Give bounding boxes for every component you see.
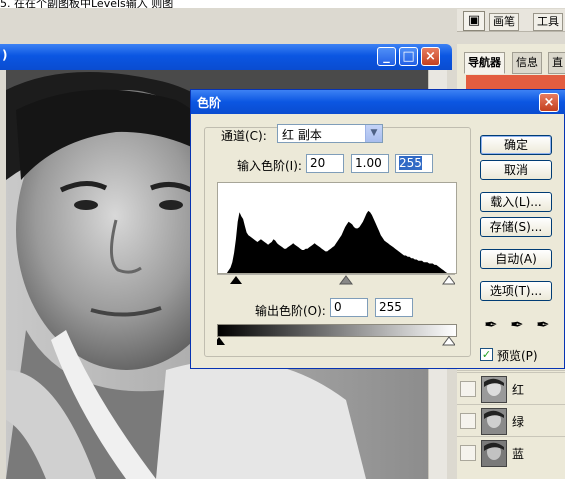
channel-value: 红 副本 <box>282 128 322 142</box>
white-point-handle[interactable] <box>442 275 456 285</box>
palette-tab-tools[interactable]: 工具 <box>533 13 563 31</box>
layer-thumbnail <box>481 440 507 467</box>
tab-histogram[interactable]: 直 <box>548 52 565 74</box>
input-slider-track <box>217 273 456 285</box>
tab-navigator[interactable]: 导航器 <box>464 52 505 74</box>
output-levels-label: 输出色阶(O): <box>255 304 326 318</box>
levels-dialog: 色阶 × 通道(C): 红 副本 ▼ 输入色阶(I): 20 1.00 255 … <box>190 89 565 369</box>
layer-thumbnail <box>481 408 507 435</box>
gray-eyedropper-icon[interactable]: ✒ <box>507 314 527 336</box>
cancel-button[interactable]: 取消 <box>480 160 552 180</box>
histogram <box>217 182 457 274</box>
layer-label: 绿 <box>512 415 525 429</box>
input-levels-label: 输入色阶(I): <box>237 159 302 173</box>
palette-dock-icon[interactable]: ▣ <box>463 11 485 31</box>
load-button[interactable]: 载入(L)... <box>480 192 552 212</box>
document-title-bar[interactable]: ) _ □ × <box>0 44 452 70</box>
maximize-icon: □ <box>402 49 415 64</box>
histogram-graph <box>218 210 456 273</box>
output-white-field[interactable]: 255 <box>375 298 413 317</box>
black-eyedropper-icon[interactable]: ✒ <box>481 314 501 336</box>
channel-label: 通道(C): <box>221 129 267 143</box>
input-gamma-field[interactable]: 1.00 <box>351 154 389 173</box>
layer-label: 红 <box>512 383 525 397</box>
auto-button[interactable]: 自动(A) <box>480 249 552 269</box>
gamma-handle[interactable] <box>339 275 353 285</box>
input-white-field[interactable]: 255 <box>395 154 433 173</box>
save-button[interactable]: 存储(S)... <box>480 217 552 237</box>
input-black-field[interactable]: 20 <box>306 154 344 173</box>
caption-text: 5. 在在个副图板中Levels输入 则图 <box>0 0 174 8</box>
histogram-area <box>218 210 456 273</box>
document-title: ) <box>2 48 8 62</box>
ok-button[interactable]: 确定 <box>480 135 552 155</box>
close-icon: × <box>425 49 436 64</box>
layer-thumbnail <box>481 376 507 403</box>
input-white-value: 255 <box>399 156 422 170</box>
palette-tab-brushes[interactable]: 画笔 <box>489 13 519 31</box>
input-slider[interactable] <box>217 273 456 286</box>
output-white-handle[interactable] <box>442 336 456 346</box>
palette-well: ▣ 画笔 工具 <box>457 9 565 32</box>
layer-row-blue[interactable]: 蓝 <box>457 436 565 469</box>
output-slider[interactable] <box>213 335 456 347</box>
tab-info[interactable]: 信息 <box>512 52 542 74</box>
visibility-toggle[interactable] <box>460 413 476 429</box>
visibility-toggle[interactable] <box>460 445 476 461</box>
output-black-handle[interactable] <box>213 337 225 345</box>
preview-checkbox[interactable]: ✓ <box>480 348 493 361</box>
channel-select[interactable]: 红 副本 ▼ <box>277 124 383 143</box>
visibility-toggle[interactable] <box>460 381 476 397</box>
maximize-button[interactable]: □ <box>399 47 418 66</box>
minimize-icon: _ <box>383 49 390 64</box>
caption-strip: 5. 在在个副图板中Levels输入 则图 <box>0 0 565 8</box>
layer-row-red[interactable]: 红 <box>457 372 565 405</box>
dialog-close-button[interactable]: × <box>539 93 559 112</box>
output-slider-track <box>213 336 456 346</box>
close-button[interactable]: × <box>421 47 440 66</box>
levels-title: 色阶 <box>197 96 222 110</box>
levels-title-bar[interactable]: 色阶 × <box>191 90 565 114</box>
layer-row-green[interactable]: 绿 <box>457 404 565 437</box>
layer-label: 蓝 <box>512 447 525 461</box>
panel-tabs: 导航器 信息 直 <box>460 52 565 74</box>
minimize-button[interactable]: _ <box>377 47 396 66</box>
options-button[interactable]: 选项(T)... <box>480 281 552 301</box>
close-icon: × <box>543 95 555 110</box>
preview-label: 预览(P) <box>497 349 538 363</box>
chevron-down-icon[interactable]: ▼ <box>365 125 382 142</box>
white-eyedropper-icon[interactable]: ✒ <box>533 314 553 336</box>
black-point-handle[interactable] <box>230 276 242 284</box>
output-black-field[interactable]: 0 <box>330 298 368 317</box>
